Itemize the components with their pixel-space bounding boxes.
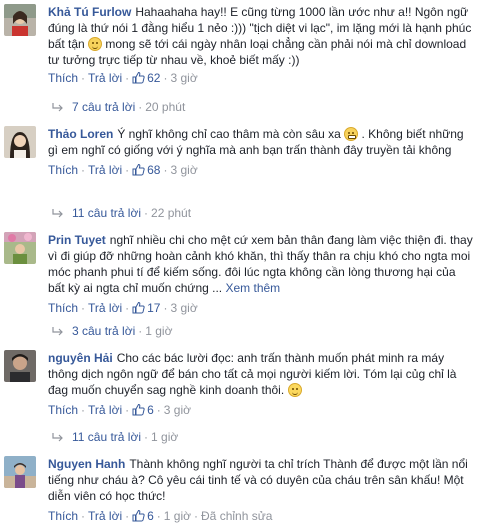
avatar[interactable] (4, 4, 36, 36)
grin-emoji-icon (344, 127, 359, 141)
view-replies[interactable]: 3 câu trả lời · 1 giờ (52, 324, 172, 338)
comment-time[interactable]: 3 giờ (170, 71, 197, 85)
replies-count[interactable]: 11 câu trả lời (72, 430, 141, 444)
view-replies[interactable]: 11 câu trả lời · 1 giờ (52, 430, 178, 444)
view-replies[interactable]: 11 câu trả lời · 22 phút (52, 206, 191, 220)
comment-text-continued: mong sẽ tới cái ngày nhân loại chẳng cần… (48, 37, 467, 67)
like-thumb-icon (132, 163, 145, 176)
reply-link[interactable]: Trả lời (88, 163, 122, 177)
like-link[interactable]: Thích (48, 509, 78, 523)
comment-body: Thảo Loren Ý nghĩ không chỉ cao thâm mà c… (48, 126, 475, 178)
comment-actions: Thích · Trả lời · 17 · 3 giờ (48, 301, 198, 315)
replies-time: 1 giờ (145, 324, 173, 338)
replies-count[interactable]: 11 câu trả lời (72, 206, 141, 220)
reply-link[interactable]: Trả lời (88, 71, 122, 85)
reply-arrow-icon (52, 327, 63, 336)
like-link[interactable]: Thích (48, 403, 78, 417)
replies-time: 22 phút (151, 206, 192, 220)
comment-body: Khả Tú Furlow Hahaahaha hay!! E cũng từng… (48, 4, 475, 86)
comment-actions: Thích · Trả lời · 6 · 3 giờ (48, 403, 192, 417)
comment-author[interactable]: nguyên Hải (48, 351, 113, 365)
avatar[interactable] (4, 232, 36, 264)
like-link[interactable]: Thích (48, 301, 78, 315)
like-count[interactable]: 62 (132, 71, 160, 85)
like-thumb-icon (132, 509, 145, 522)
comment-time[interactable]: 3 giờ (170, 301, 197, 315)
replies-time: 20 phút (145, 100, 186, 114)
comment-author[interactable]: Thảo Loren (48, 127, 113, 141)
comment-author[interactable]: Khả Tú Furlow (48, 5, 131, 19)
comment-body: Prin Tuyet nghĩ nhiều chi cho mệt cứ xem … (48, 232, 475, 316)
edited-label[interactable]: Đã chỉnh sửa (201, 509, 272, 523)
like-link[interactable]: Thích (48, 163, 78, 177)
like-count[interactable]: 6 (132, 509, 154, 523)
wink-emoji-icon (287, 383, 302, 397)
comment-body: nguyên Hải Cho các bác lười đọc: anh trấn… (48, 350, 475, 418)
avatar[interactable] (4, 456, 36, 488)
comment-time[interactable]: 1 giờ (164, 509, 191, 523)
comment-text: Ý nghĩ không chỉ cao thâm mà còn sâu xa (117, 127, 341, 141)
like-link[interactable]: Thích (48, 71, 78, 85)
comment-author[interactable]: Prin Tuyet (48, 233, 106, 247)
smile-emoji-icon (88, 37, 103, 51)
replies-count[interactable]: 3 câu trả lời (72, 324, 135, 338)
like-count[interactable]: 6 (132, 403, 154, 417)
avatar[interactable] (4, 126, 36, 158)
comment-body: Nguyen Hanh Thành không nghĩ người ta chỉ… (48, 456, 475, 524)
like-thumb-icon (132, 301, 145, 314)
comment-actions: Thích · Trả lời · 6 · 1 giờ · Đã chỉnh sửa (48, 509, 273, 523)
like-thumb-icon (132, 71, 145, 84)
comment-actions: Thích · Trả lời · 68 · 3 giờ (48, 163, 198, 177)
comment-time[interactable]: 3 giờ (164, 403, 191, 417)
like-count[interactable]: 68 (132, 163, 160, 177)
like-count[interactable]: 17 (132, 301, 160, 315)
reply-link[interactable]: Trả lời (88, 301, 122, 315)
avatar[interactable] (4, 350, 36, 382)
view-replies[interactable]: 7 câu trả lời · 20 phút (52, 100, 185, 114)
reply-link[interactable]: Trả lời (88, 403, 122, 417)
reply-link[interactable]: Trả lời (88, 509, 122, 523)
reply-arrow-icon (52, 209, 63, 218)
comment-author[interactable]: Nguyen Hanh (48, 457, 125, 471)
see-more-link[interactable]: Xem thêm (225, 281, 280, 295)
like-thumb-icon (132, 403, 145, 416)
reply-arrow-icon (52, 103, 63, 112)
comment-time[interactable]: 3 giờ (170, 163, 197, 177)
comment-actions: Thích · Trả lời · 62 · 3 giờ (48, 71, 198, 85)
replies-count[interactable]: 7 câu trả lời (72, 100, 135, 114)
reply-arrow-icon (52, 433, 63, 442)
replies-time: 1 giờ (151, 430, 179, 444)
